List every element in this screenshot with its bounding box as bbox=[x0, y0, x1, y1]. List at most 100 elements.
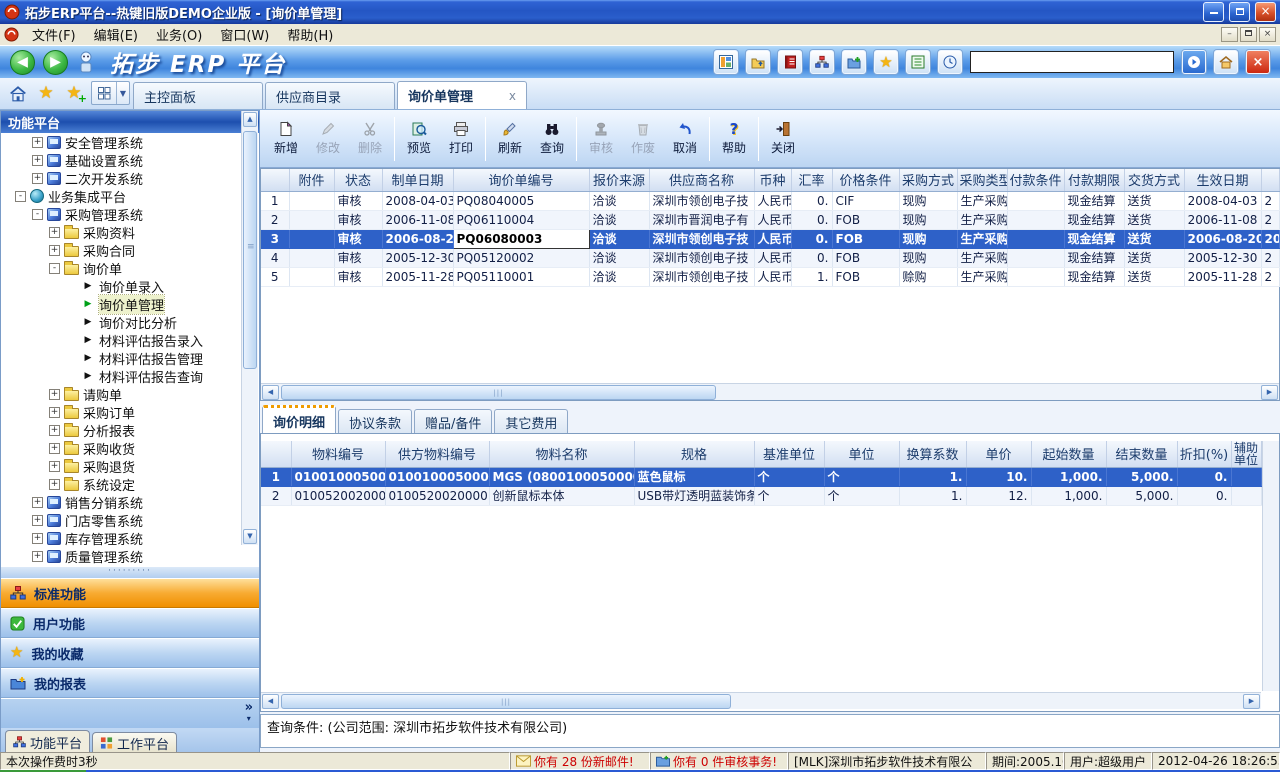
go-button[interactable] bbox=[1182, 50, 1206, 74]
mdi-close-button[interactable]: × bbox=[1259, 27, 1276, 42]
tree-item[interactable]: +质量管理系统 bbox=[1, 547, 259, 565]
tree-item[interactable]: ▶询价单录入 bbox=[1, 277, 259, 295]
detail-tab[interactable]: 赠品/备件 bbox=[414, 409, 492, 433]
detail-tab[interactable]: 询价明细 bbox=[262, 405, 336, 433]
tree-toggle[interactable]: + bbox=[49, 227, 60, 238]
folder-up-icon[interactable] bbox=[746, 50, 770, 74]
add-favorite-icon[interactable]: ★+ bbox=[62, 81, 86, 105]
tree-item[interactable]: +系统设定 bbox=[1, 475, 259, 493]
scroll-up-icon[interactable]: ▲ bbox=[243, 112, 257, 127]
status-audit[interactable]: 你有 0 件审核事务! bbox=[650, 752, 788, 770]
query-button[interactable]: 查询 bbox=[531, 114, 573, 164]
document-tab[interactable]: 询价单管理x bbox=[397, 81, 527, 109]
column-header[interactable]: 状态 bbox=[334, 169, 382, 191]
favorite-star-icon[interactable]: ★ bbox=[34, 81, 58, 105]
tree-item[interactable]: +采购订单 bbox=[1, 403, 259, 421]
tree-toggle[interactable]: + bbox=[49, 245, 60, 256]
exit-button[interactable]: × bbox=[1246, 50, 1270, 74]
hscroll-thumb[interactable]: ||| bbox=[281, 385, 716, 400]
tree-toggle[interactable]: + bbox=[32, 173, 43, 184]
tree-item[interactable]: -业务集成平台 bbox=[1, 187, 259, 205]
tree-item[interactable]: +销售分销系统 bbox=[1, 493, 259, 511]
tree-toggle[interactable]: - bbox=[15, 191, 26, 202]
detail-tab[interactable]: 协议条款 bbox=[338, 409, 412, 433]
menu-item[interactable]: 业务(O) bbox=[147, 23, 211, 46]
tree-item[interactable]: -询价单 bbox=[1, 259, 259, 277]
scroll-thumb[interactable] bbox=[243, 131, 257, 369]
tree-item[interactable]: ▶材料评估报告管理 bbox=[1, 349, 259, 367]
back-button[interactable]: ◀ bbox=[10, 50, 35, 75]
tree-item[interactable]: -采购管理系统 bbox=[1, 205, 259, 223]
menu-item[interactable]: 文件(F) bbox=[23, 23, 85, 46]
tree-item[interactable]: +库存管理系统 bbox=[1, 529, 259, 547]
column-header[interactable] bbox=[261, 441, 291, 467]
clock-icon[interactable] bbox=[938, 50, 962, 74]
column-header[interactable]: 起始数量 bbox=[1031, 441, 1106, 467]
column-header[interactable]: 询价单编号 bbox=[453, 169, 589, 191]
column-header[interactable]: 基准单位 bbox=[754, 441, 824, 467]
tree-toggle[interactable]: + bbox=[32, 533, 43, 544]
print-button[interactable]: 打印 bbox=[440, 114, 482, 164]
tree-item[interactable]: +门店零售系统 bbox=[1, 511, 259, 529]
column-header[interactable]: 辅助单位 bbox=[1231, 441, 1261, 467]
tree-toggle[interactable]: + bbox=[49, 407, 60, 418]
minimize-button[interactable] bbox=[1203, 2, 1224, 22]
column-header[interactable] bbox=[1261, 169, 1279, 191]
hscroll-right-icon[interactable]: ▶ bbox=[1243, 694, 1260, 709]
column-header[interactable]: 币种 bbox=[754, 169, 791, 191]
sidebar-bottom-tab[interactable]: 工作平台 bbox=[92, 732, 177, 753]
menu-item[interactable]: 帮助(H) bbox=[278, 23, 342, 46]
refresh-button[interactable]: 刷新 bbox=[489, 114, 531, 164]
tree-item[interactable]: +二次开发系统 bbox=[1, 169, 259, 187]
tree-toggle[interactable]: + bbox=[32, 137, 43, 148]
tree-item[interactable]: ▶材料评估报告查询 bbox=[1, 367, 259, 385]
tree-item[interactable]: +分析报表 bbox=[1, 421, 259, 439]
tree-item[interactable]: ▶询价单管理 bbox=[1, 295, 259, 313]
tree-item[interactable]: ▶询价对比分析 bbox=[1, 313, 259, 331]
accordion-panel[interactable]: 用户功能 bbox=[1, 608, 259, 638]
table-row[interactable]: 201005200200000100520020000创新鼠标本体USB带灯透明… bbox=[261, 486, 1261, 505]
detail-vscrollbar[interactable] bbox=[1262, 441, 1279, 691]
detail-tab[interactable]: 其它费用 bbox=[494, 409, 568, 433]
menu-item[interactable]: 编辑(E) bbox=[85, 23, 147, 46]
table-row[interactable]: 101001000500000100100050000MGS (08001000… bbox=[261, 467, 1261, 486]
window-layout-button[interactable]: ▼ bbox=[91, 81, 130, 105]
tree-item[interactable]: +请购单 bbox=[1, 385, 259, 403]
column-header[interactable]: 物料名称 bbox=[489, 441, 634, 467]
preview-button[interactable]: 预览 bbox=[398, 114, 440, 164]
home-button[interactable] bbox=[1214, 50, 1238, 74]
accordion-panel[interactable]: 标准功能 bbox=[1, 578, 259, 608]
tree-item[interactable]: +采购合同 bbox=[1, 241, 259, 259]
tree-item[interactable]: +采购资料 bbox=[1, 223, 259, 241]
column-header[interactable]: 附件 bbox=[289, 169, 334, 191]
column-header[interactable]: 报价来源 bbox=[589, 169, 649, 191]
tree-toggle[interactable]: + bbox=[32, 155, 43, 166]
tree-item[interactable]: +采购收货 bbox=[1, 439, 259, 457]
mdi-restore-button[interactable] bbox=[1240, 27, 1257, 42]
tree-toggle[interactable]: + bbox=[32, 515, 43, 526]
accordion-panel[interactable]: ★我的收藏 bbox=[1, 638, 259, 668]
new-window-icon[interactable] bbox=[842, 50, 866, 74]
tree-toggle[interactable]: + bbox=[49, 389, 60, 400]
column-header[interactable]: 生效日期 bbox=[1184, 169, 1261, 191]
document-tab[interactable]: 供应商目录 bbox=[265, 82, 395, 109]
tree-item[interactable]: +安全管理系统 bbox=[1, 133, 259, 151]
column-header[interactable]: 物料编号 bbox=[291, 441, 385, 467]
column-header[interactable]: 单位 bbox=[824, 441, 899, 467]
tree-toggle[interactable]: + bbox=[49, 479, 60, 490]
column-header[interactable]: 付款期限 bbox=[1064, 169, 1124, 191]
column-header[interactable]: 供应商名称 bbox=[649, 169, 754, 191]
hscroll-thumb[interactable]: ||| bbox=[281, 694, 731, 709]
column-header[interactable]: 交货方式 bbox=[1124, 169, 1184, 191]
tree-item[interactable]: +采购退货 bbox=[1, 457, 259, 475]
help-button[interactable]: ?帮助 bbox=[713, 114, 755, 164]
tab-close-icon[interactable]: x bbox=[509, 89, 516, 103]
tree-toggle[interactable]: + bbox=[49, 425, 60, 436]
table-row[interactable]: 3审核2006-08-20PQ06080003洽谈深圳市领创电子技人民币0.FO… bbox=[261, 229, 1279, 248]
tree-toggle[interactable]: + bbox=[32, 497, 43, 508]
menu-item[interactable]: 窗口(W) bbox=[211, 23, 278, 46]
favorites-star-icon[interactable]: ★ bbox=[874, 50, 898, 74]
hscroll-left-icon[interactable]: ◀ bbox=[262, 694, 279, 709]
sidebar-splitter[interactable]: ········· bbox=[1, 567, 259, 578]
column-header[interactable]: 采购方式 bbox=[899, 169, 957, 191]
